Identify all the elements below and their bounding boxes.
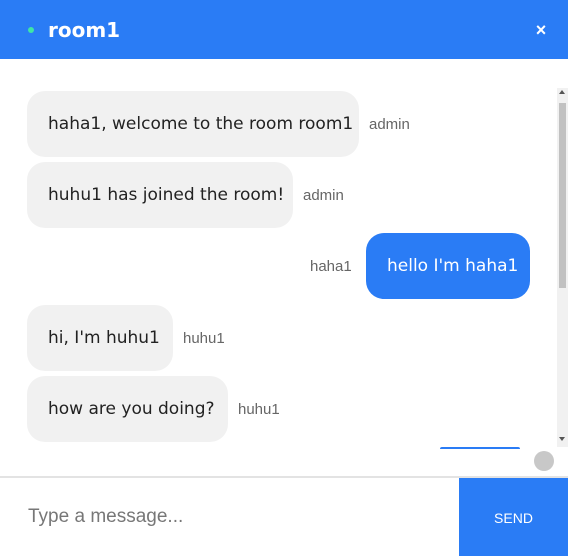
message-bubble: haha1, welcome to the room room1	[27, 91, 359, 157]
message-list: haha1, welcome to the room room1 admin h…	[0, 59, 557, 447]
message-sender: haha1	[310, 258, 352, 275]
message-sender: admin	[369, 116, 410, 133]
next-message-bubble	[440, 447, 520, 449]
message-bubble: how are you doing?	[27, 376, 228, 442]
message-input[interactable]	[0, 478, 459, 556]
online-status-dot	[28, 27, 34, 33]
message-bubble: hello I'm haha1	[366, 233, 530, 299]
message-sender: huhu1	[238, 401, 280, 418]
typing-indicator-icon	[534, 451, 554, 471]
scroll-down-arrow-icon[interactable]	[559, 437, 565, 441]
scroll-up-arrow-icon[interactable]	[559, 90, 565, 94]
chat-header: room1 ×	[0, 0, 568, 59]
message-bubble: hi, I'm huhu1	[27, 305, 173, 371]
send-button[interactable]: SEND	[459, 478, 568, 556]
room-title: room1	[48, 18, 121, 42]
message-scrollbar[interactable]	[557, 88, 568, 447]
message-bubble: huhu1 has joined the room!	[27, 162, 293, 228]
composer	[0, 478, 459, 556]
close-icon[interactable]: ×	[530, 18, 552, 42]
scroll-thumb[interactable]	[559, 103, 566, 288]
message-sender: admin	[303, 187, 344, 204]
message-sender: huhu1	[183, 330, 225, 347]
